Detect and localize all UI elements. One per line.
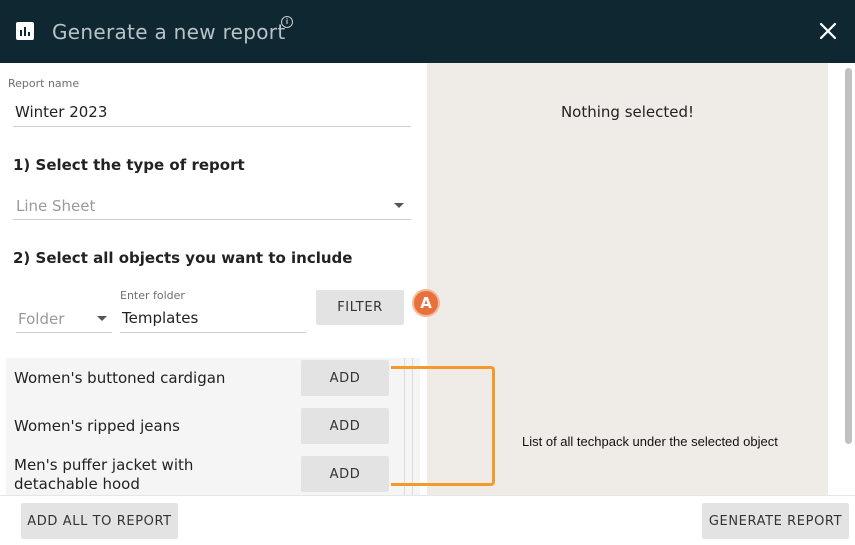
report-name-label: Report name (8, 77, 80, 90)
filter-button[interactable]: FILTER (316, 290, 404, 325)
object-type-underline (16, 332, 112, 333)
list-item-label: Women's buttoned cardigan (14, 369, 226, 387)
generate-report-button[interactable]: GENERATE REPORT (702, 503, 849, 539)
list-annotation-bracket (391, 366, 495, 486)
bar-chart-icon (16, 22, 34, 40)
dialog-header: Generate a new report i (0, 0, 855, 63)
add-item-button[interactable]: ADD (301, 456, 389, 492)
step1-heading: 1) Select the type of report (13, 156, 245, 174)
dialog-title: Generate a new report (52, 20, 286, 44)
object-type-select[interactable]: Folder (18, 310, 64, 328)
close-icon[interactable] (818, 21, 838, 41)
list-item-label: Women's ripped jeans (14, 417, 180, 435)
chevron-down-icon[interactable] (394, 203, 404, 208)
info-icon[interactable]: i (281, 16, 293, 28)
annotation-marker: A (412, 289, 440, 317)
preview-scrollbar-thumb[interactable] (845, 68, 852, 444)
list-item-label: Men's puffer jacket with detachable hood (14, 456, 194, 493)
empty-preview-text: Nothing selected! (560, 103, 695, 121)
folder-input-underline (120, 332, 306, 333)
step2-heading: 2) Select all objects you want to includ… (13, 249, 353, 267)
add-all-to-report-button[interactable]: ADD ALL TO REPORT (21, 503, 178, 539)
report-name-input[interactable]: Winter 2023 (15, 103, 107, 121)
report-type-select[interactable]: Line Sheet (16, 197, 95, 215)
folder-input-label: Enter folder (120, 289, 185, 302)
add-item-button[interactable]: ADD (301, 360, 389, 396)
list-annotation-text: List of all techpack under the selected … (522, 434, 778, 449)
add-item-button[interactable]: ADD (301, 408, 389, 444)
folder-input[interactable]: Templates (122, 309, 198, 327)
report-type-underline (13, 219, 411, 220)
report-name-underline (13, 126, 411, 127)
chevron-down-icon[interactable] (97, 316, 107, 321)
